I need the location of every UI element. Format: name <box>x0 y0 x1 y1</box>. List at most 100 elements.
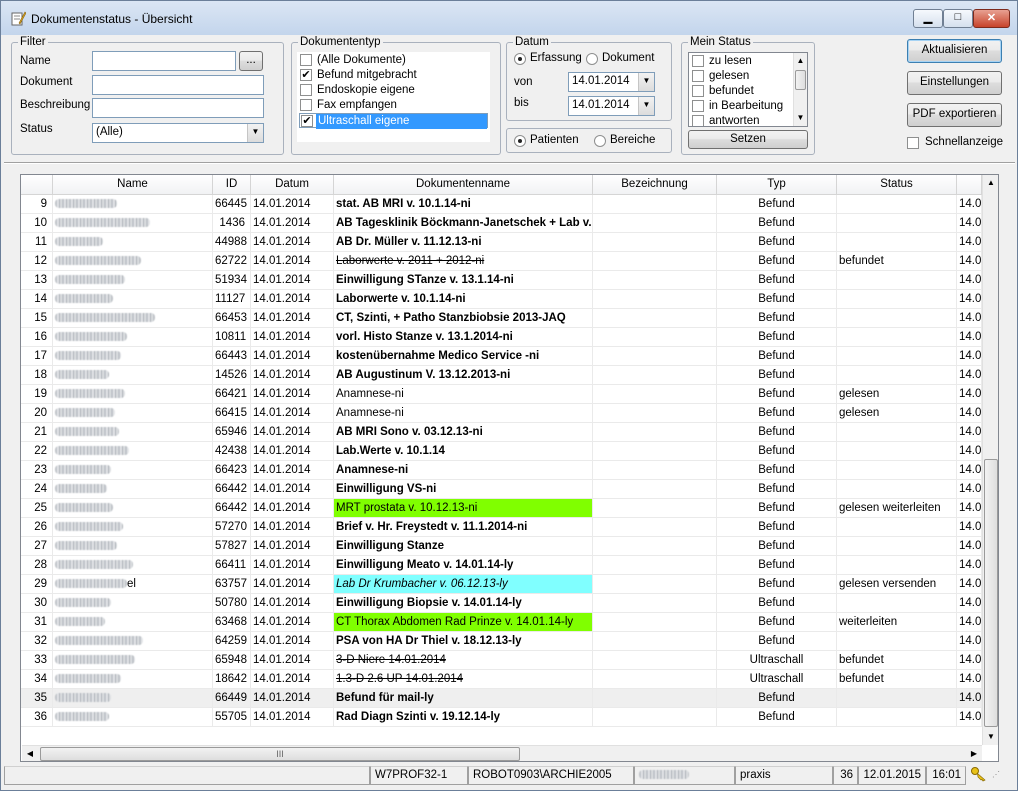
status-item-antworten[interactable]: antworten <box>691 114 805 126</box>
table-row[interactable]: 10 1436 14.01.2014 AB Tagesklinik Böckmann-… <box>21 214 998 233</box>
table-row[interactable]: 22 42438 14.01.2014 Lab.Werte v. 10.1.14 Bef… <box>21 442 998 461</box>
column-header-bezeichnung[interactable]: Bezeichnung <box>593 175 717 194</box>
chevron-down-icon[interactable]: ▼ <box>638 97 654 115</box>
document-table[interactable]: Name ID Datum Dokumentenname Bezeichnung… <box>20 174 999 762</box>
doctyp-checkbox[interactable]: ✔ <box>301 115 313 127</box>
doctyp-item-befund-mitgebracht[interactable]: ✔ Befund mitgebracht <box>299 68 488 83</box>
doctyp-checkbox[interactable] <box>300 54 312 66</box>
column-header-typ[interactable]: Typ <box>717 175 837 194</box>
chevron-down-icon[interactable]: ▼ <box>638 73 654 91</box>
dokument-radio[interactable] <box>586 53 598 65</box>
table-row[interactable]: 25 66442 14.01.2014 MRT prostata v. 10.12.1… <box>21 499 998 518</box>
status-select[interactable]: (Alle) ▼ <box>92 123 264 143</box>
status-checkbox[interactable] <box>692 55 704 67</box>
table-row[interactable]: 18 14526 14.01.2014 AB Augustinum V. 13.12.… <box>21 366 998 385</box>
table-row[interactable]: 32 64259 14.01.2014 PSA von HA Dr Thiel v. … <box>21 632 998 651</box>
name-input[interactable] <box>92 51 236 71</box>
column-header-datum[interactable]: Datum <box>251 175 334 194</box>
table-row[interactable]: 11 44988 14.01.2014 AB Dr. Müller v. 11.12.… <box>21 233 998 252</box>
scroll-down-icon[interactable]: ▼ <box>983 729 998 745</box>
doctyp-checkbox[interactable]: ✔ <box>300 69 312 81</box>
cell-bez <box>593 480 717 499</box>
table-row[interactable]: 16 10811 14.01.2014 vorl. Histo Stanze v. 1… <box>21 328 998 347</box>
column-header-extra[interactable] <box>957 175 982 194</box>
cell-status <box>837 271 957 290</box>
scroll-thumb[interactable] <box>795 70 806 90</box>
status-checkbox[interactable] <box>692 115 704 126</box>
doctyp-item-alle[interactable]: (Alle Dokumente) <box>299 53 488 68</box>
einstellungen-button[interactable]: Einstellungen <box>907 71 1002 95</box>
table-row[interactable]: 29 el 63757 14.01.2014 Lab Dr Krumbacher v. … <box>21 575 998 594</box>
table-row[interactable]: 36 55705 14.01.2014 Rad Diagn Szinti v. 19.… <box>21 708 998 727</box>
table-row[interactable]: 21 65946 14.01.2014 AB MRI Sono v. 03.12.13… <box>21 423 998 442</box>
table-row[interactable]: 30 50780 14.01.2014 Einwilligung Biopsie v.… <box>21 594 998 613</box>
doctyp-checkbox[interactable] <box>300 84 312 96</box>
doctyp-item-fax[interactable]: Fax empfangen <box>299 98 488 113</box>
setzen-button[interactable]: Setzen <box>688 130 808 149</box>
table-row[interactable]: 19 66421 14.01.2014 Anamnese-ni Befund gelese… <box>21 385 998 404</box>
status-checkbox[interactable] <box>692 70 704 82</box>
dokument-input[interactable] <box>92 75 264 95</box>
table-row[interactable]: 15 66453 14.01.2014 CT, Szinti, + Patho Sta… <box>21 309 998 328</box>
column-header-status[interactable]: Status <box>837 175 957 194</box>
column-header-dokumentenname[interactable]: Dokumentenname <box>334 175 593 194</box>
status-item-gelesen[interactable]: gelesen <box>691 69 805 84</box>
scroll-thumb[interactable]: III <box>40 747 520 761</box>
erfassung-radio[interactable] <box>514 53 526 65</box>
scroll-thumb[interactable] <box>984 459 998 727</box>
table-row[interactable]: 35 66449 14.01.2014 Befund für mail-ly Befun… <box>21 689 998 708</box>
dokumententyp-list[interactable]: (Alle Dokumente) ✔ Befund mitgebracht En… <box>297 52 490 142</box>
resize-grip-icon[interactable]: ⋰ <box>992 770 1006 784</box>
table-row[interactable]: 23 6642314.01.2014Anamnese-ni Befund 14.01. <box>21 461 998 480</box>
status-checkbox[interactable] <box>692 100 704 112</box>
column-header-nr[interactable] <box>21 175 53 194</box>
beschreibung-input[interactable] <box>92 98 264 118</box>
bis-date-picker[interactable]: 14.01.2014 ▼ <box>568 96 655 116</box>
close-button[interactable]: ✕ <box>973 9 1010 28</box>
von-date-picker[interactable]: 14.01.2014 ▼ <box>568 72 655 92</box>
bereiche-radio[interactable] <box>594 135 606 147</box>
column-header-id[interactable]: ID <box>213 175 251 194</box>
maximize-button[interactable]: □ <box>943 9 973 28</box>
table-row[interactable]: 13 51934 14.01.2014 Einwilligung STanze v. … <box>21 271 998 290</box>
column-header-name[interactable]: Name <box>53 175 213 194</box>
table-row[interactable]: 33 65948 14.01.2014 3-D Niere 14.01.2014 Ult… <box>21 651 998 670</box>
table-row[interactable]: 12 62722 14.01.2014 Laborwerte v. 2011 + 20… <box>21 252 998 271</box>
table-row[interactable]: 24 66442 14.01.2014 Einwilligung VS-ni Befun… <box>21 480 998 499</box>
scroll-up-icon[interactable]: ▲ <box>983 175 998 191</box>
table-row[interactable]: 14 11127 14.01.2014 Laborwerte v. 10.1.14-n… <box>21 290 998 309</box>
table-row[interactable]: 28 66411 14.01.2014 Einwilligung Meato v. 1… <box>21 556 998 575</box>
scroll-left-icon[interactable]: ◀ <box>22 746 38 761</box>
scroll-down-icon[interactable]: ▼ <box>794 110 807 126</box>
redacted-name <box>55 275 125 285</box>
aktualisieren-button[interactable]: Aktualisieren <box>907 39 1002 63</box>
table-row[interactable]: 31 63468 14.01.2014 CT Thorax Abdomen Rad P… <box>21 613 998 632</box>
table-row[interactable]: 27 57827 14.01.2014 Einwilligung Stanze Befu… <box>21 537 998 556</box>
scroll-right-icon[interactable]: ▶ <box>966 746 982 761</box>
table-horizontal-scrollbar[interactable]: ◀ III ▶ <box>22 745 982 761</box>
status-item-zu-lesen[interactable]: zu lesen <box>691 54 805 69</box>
minimize-button[interactable]: ▁ <box>913 9 943 28</box>
table-row[interactable]: 26 57270 14.01.2014 Brief v. Hr. Freystedt … <box>21 518 998 537</box>
status-item-in-bearbeitung[interactable]: in Bearbeitung <box>691 99 805 114</box>
patienten-radio[interactable] <box>514 135 526 147</box>
status-item-befundet[interactable]: befundet <box>691 84 805 99</box>
doctyp-checkbox[interactable] <box>300 99 312 111</box>
pdf-export-button[interactable]: PDF exportieren <box>907 103 1002 127</box>
name-browse-button[interactable]: ... <box>239 51 263 71</box>
scroll-up-icon[interactable]: ▲ <box>794 53 807 69</box>
status-checkbox[interactable] <box>692 85 704 97</box>
table-row[interactable]: 20 66415 14.01.2014 Anamnese-ni Befund gelese… <box>21 404 998 423</box>
table-row[interactable]: 34 18642 14.01.2014 1.3-D 2.6 UP 14.01.2014… <box>21 670 998 689</box>
mein-status-scrollbar[interactable]: ▲ ▼ <box>793 53 807 126</box>
doctyp-item-ultraschall[interactable]: ✔ Ultraschall eigene <box>299 113 488 129</box>
schnellanzeige-checkbox[interactable] <box>907 137 919 149</box>
table-row[interactable]: 9 66445 14.01.2014 stat. AB MRI v. 10.1.14-… <box>21 195 998 214</box>
chevron-down-icon[interactable]: ▼ <box>247 124 263 142</box>
doctyp-item-endoskopie[interactable]: Endoskopie eigene <box>299 83 488 98</box>
table-row[interactable]: 17 66443 14.01.2014 kostenübernahme Medico … <box>21 347 998 366</box>
title-bar[interactable]: Dokumentenstatus - Übersicht ▁ □ ✕ <box>1 1 1017 35</box>
cell-id: 63757 <box>213 575 251 594</box>
table-vertical-scrollbar[interactable]: ▲ ▼ <box>982 175 998 745</box>
mein-status-list[interactable]: zu lesen gelesen befundet in Bearbeitung… <box>688 52 808 127</box>
